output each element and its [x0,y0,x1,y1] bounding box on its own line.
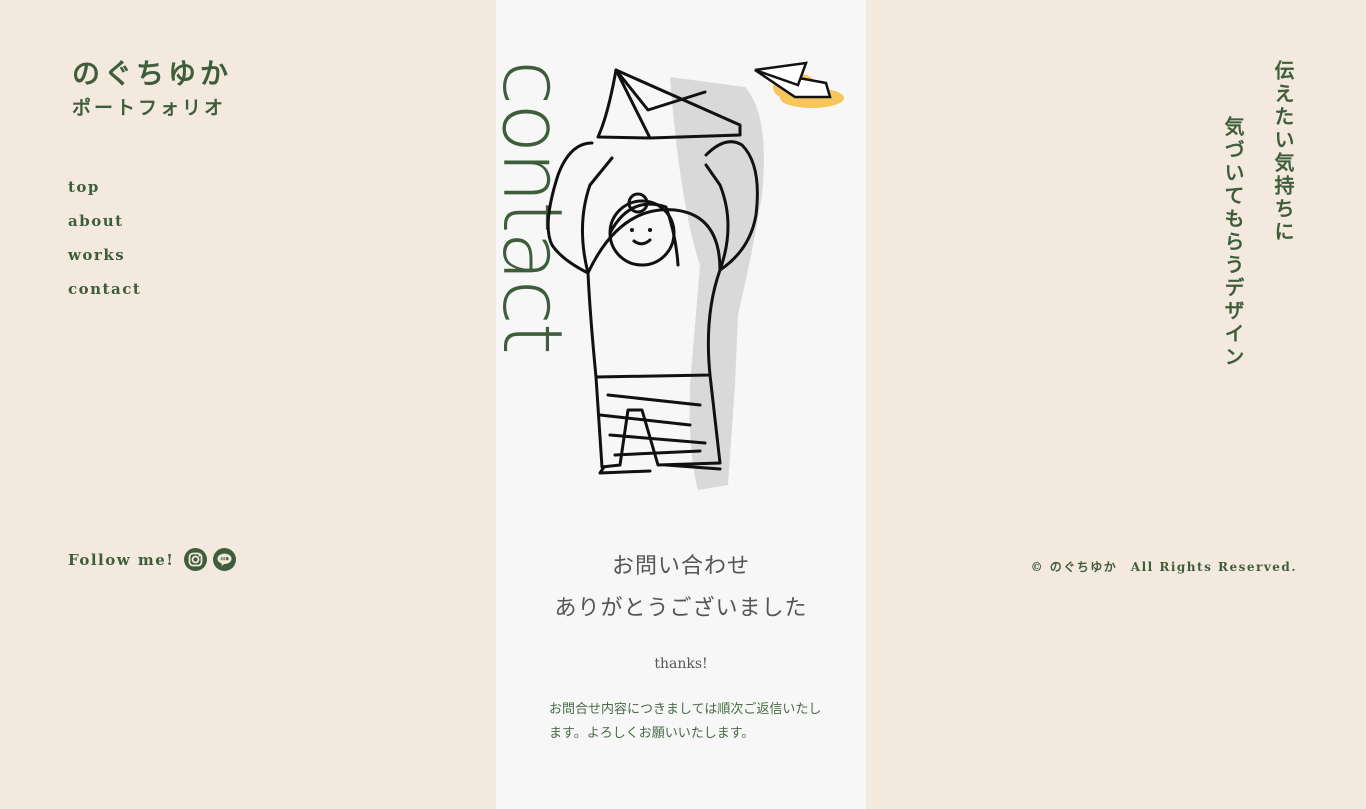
illustration-person-envelope [546,61,844,490]
copyright: © のぐちゆか All Rights Reserved. [1030,560,1297,574]
thanks-title-line1: お問い合わせ [611,554,750,579]
nav-link-works[interactable]: works [68,246,141,264]
tagline-line1: 伝えたい気持ちに [1271,60,1295,244]
logo-subtitle: ポートフォリオ [72,97,227,119]
logo[interactable]: のぐちゆか ポートフォリオ [72,56,232,122]
main-nav: top about works contact [68,178,141,314]
logo-title: のぐちゆか [72,57,233,90]
thanks-title-line2: ありがとうございました [554,596,808,621]
thanks-subtitle: thanks! [654,656,708,672]
thanks-message: お問合せ内容につきましては順次ご返信いたします。よろしくお願いいたします。 [549,702,822,741]
nav-link-contact[interactable]: contact [68,280,141,298]
follow-label: Follow me! [68,550,175,569]
tagline-line2: 気づいてもらうデザイン [1221,116,1245,369]
follow-section: Follow me! [68,548,242,571]
nav-link-top[interactable]: top [68,178,141,196]
line-icon[interactable] [213,548,237,571]
nav-link-about[interactable]: about [68,212,141,230]
instagram-icon[interactable] [184,548,208,571]
